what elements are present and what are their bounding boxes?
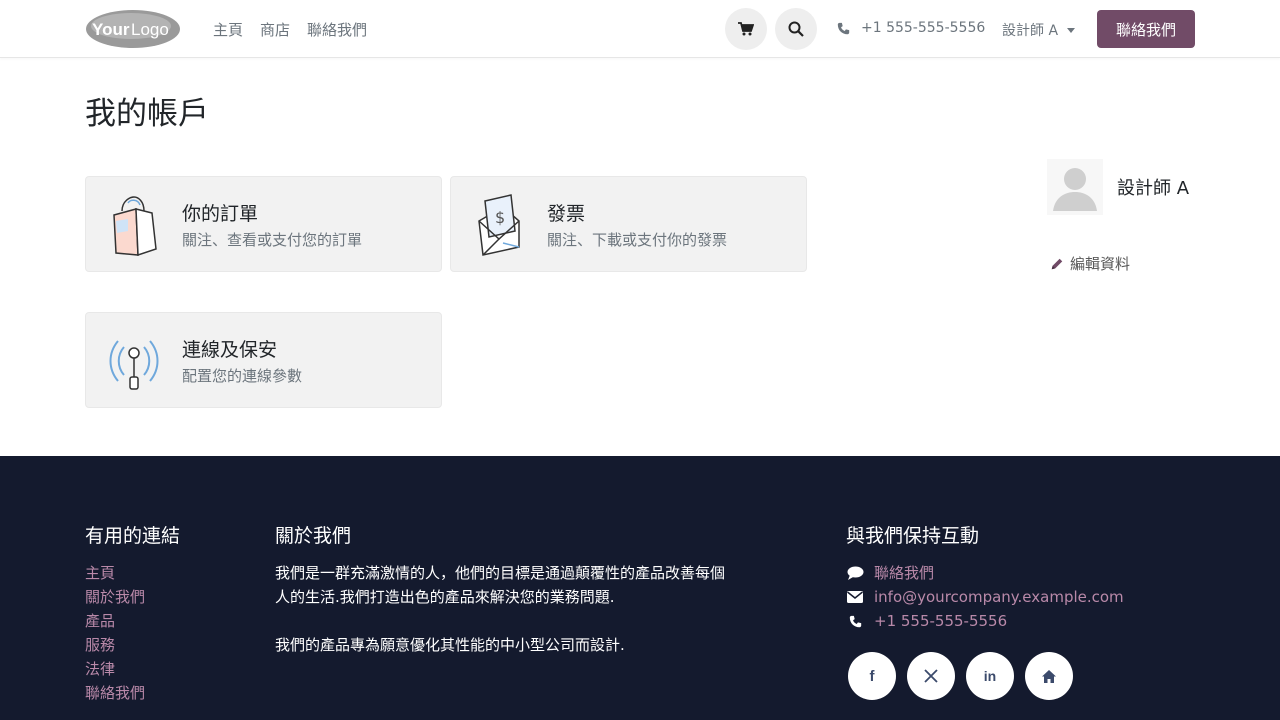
card-subtitle: 關注、下載或支付你的發票 (547, 231, 728, 249)
about-paragraph: 我們是一群充滿激情的人，他們的目標是通過顛覆性的產品改善每個人的生活.我們打造出… (275, 564, 726, 606)
about-text: 我們是一群充滿激情的人，他們的目標是通過顛覆性的產品改善每個人的生活.我們打造出… (275, 561, 725, 681)
footer-link-legal[interactable]: 法律 (85, 657, 145, 681)
header-phone[interactable]: +1 555-555-5556 (837, 20, 985, 36)
about-title: 關於我們 (275, 525, 352, 547)
card-title: 你的訂單 (182, 203, 259, 225)
nav-item-shop[interactable]: 商店 (260, 19, 290, 40)
invoices-card[interactable]: $ 發票 關注、下載或支付你的發票 (450, 176, 807, 272)
phone-icon (846, 615, 864, 628)
cart-icon (738, 22, 754, 36)
search-button[interactable] (775, 8, 817, 50)
caret-down-icon (1067, 27, 1076, 33)
antenna-icon (108, 327, 160, 393)
edit-profile-link[interactable]: 編輯資料 (1050, 253, 1130, 274)
card-title: 發票 (547, 203, 586, 225)
footer-phone: +1 555-555-5556 (874, 612, 1008, 630)
card-subtitle: 配置您的連線參數 (182, 367, 303, 385)
facebook-icon: f (869, 667, 875, 685)
edit-profile-label: 編輯資料 (1070, 255, 1131, 273)
security-card[interactable]: 連線及保安 配置您的連線參數 (85, 312, 442, 408)
chat-bubble-icon (846, 566, 864, 580)
facebook-button[interactable]: f (848, 652, 896, 700)
footer-email-link[interactable]: info@yourcompany.example.com (846, 585, 1124, 609)
cart-button[interactable] (725, 8, 767, 50)
envelope-icon (846, 591, 864, 603)
home-button[interactable] (1025, 652, 1073, 700)
main-nav: 主頁 商店 聯絡我們 (213, 19, 367, 40)
logo[interactable]: Your Logo (85, 9, 181, 49)
contact-list: 聯絡我們 info@yourcompany.example.com +1 555… (846, 561, 1124, 633)
footer-link-services[interactable]: 服務 (85, 633, 145, 657)
shopping-bag-icon (108, 191, 160, 257)
home-icon (1042, 669, 1056, 683)
footer-phone-link[interactable]: +1 555-555-5556 (846, 609, 1124, 633)
card-title: 連線及保安 (182, 339, 278, 361)
user-menu[interactable]: 設計師 A (1002, 20, 1076, 40)
search-icon (788, 21, 804, 37)
x-twitter-icon (924, 669, 938, 683)
site-header: Your Logo 主頁 商店 聯絡我們 +1 555-555-5556 設計師… (0, 0, 1280, 58)
connect-title: 與我們保持互動 (846, 525, 980, 547)
nav-item-contact[interactable]: 聯絡我們 (307, 19, 367, 40)
social-links: f in (848, 652, 1073, 700)
profile-name: 設計師 A (1117, 178, 1190, 199)
footer-contact-link[interactable]: 聯絡我們 (846, 561, 1124, 585)
svg-text:Your: Your (92, 20, 130, 39)
linkedin-button[interactable]: in (966, 652, 1014, 700)
site-footer: 有用的連結 主頁 關於我們 產品 服務 法律 聯絡我們 關於我們 我們是一群充滿… (0, 456, 1280, 720)
invoice-envelope-icon: $ (473, 191, 525, 257)
user-menu-label: 設計師 A (1002, 23, 1059, 39)
svg-text:Logo: Logo (131, 20, 169, 39)
about-paragraph: 我們的產品專為願意優化其性能的中小型公司而設計. (275, 636, 625, 654)
footer-link-home[interactable]: 主頁 (85, 561, 145, 585)
avatar (1047, 159, 1103, 215)
contact-us-button[interactable]: 聯絡我們 (1097, 10, 1195, 48)
footer-link-about[interactable]: 關於我們 (85, 585, 145, 609)
footer-contact-label: 聯絡我們 (874, 564, 935, 582)
orders-card[interactable]: 你的訂單 關注、查看或支付您的訂單 (85, 176, 442, 272)
footer-email: info@yourcompany.example.com (874, 588, 1124, 606)
svg-text:$: $ (495, 208, 505, 227)
pencil-icon (1051, 258, 1063, 269)
linkedin-icon: in (983, 668, 997, 684)
page-title: 我的帳戶 (85, 96, 209, 132)
useful-links-title: 有用的連結 (85, 525, 181, 547)
phone-icon (837, 22, 850, 34)
useful-links-list: 主頁 關於我們 產品 服務 法律 聯絡我們 (85, 561, 145, 705)
footer-link-contact[interactable]: 聯絡我們 (85, 681, 145, 705)
card-subtitle: 關注、查看或支付您的訂單 (182, 231, 363, 249)
x-twitter-button[interactable] (907, 652, 955, 700)
nav-item-home[interactable]: 主頁 (213, 19, 243, 40)
footer-link-products[interactable]: 產品 (85, 609, 145, 633)
header-phone-number: +1 555-555-5556 (861, 20, 986, 36)
